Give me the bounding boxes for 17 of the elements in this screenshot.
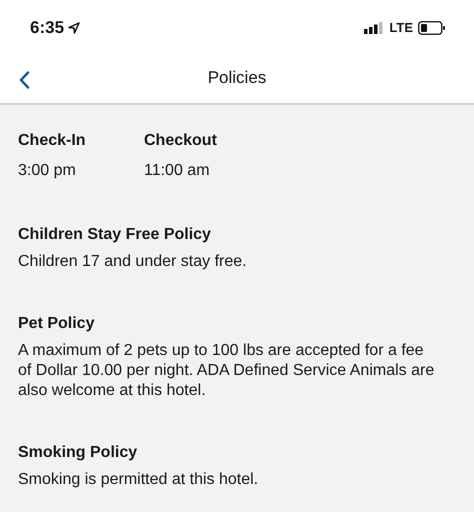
policy-title: Pet Policy [18,314,96,334]
status-time: 6:35 [30,16,64,39]
time-value: 11:00 am [144,161,211,181]
battery-icon [418,20,446,34]
back-chevron-icon [18,71,30,89]
time-label: Check-In [18,131,87,151]
policy-text: Smoking is permitted at this hotel. [18,470,260,490]
network-label: LTE [389,18,413,37]
policy-text: A maximum of 2 pets up to 100 lbs are accepted for a fee of Dollar 10.00 per night. ADA Defined Service Animals are also welcome at this hotel. [18,341,436,401]
page-title: Policies [208,66,266,89]
policy-title: Children Stay Free Policy [18,225,212,245]
signal-icon [364,22,384,34]
policy-title: Smoking Policy [18,443,138,463]
policy-text: Children 17 and under stay free. [18,252,248,272]
time-label: Checkout [144,131,218,151]
location-arrow-icon [68,22,80,34]
time-value: 3:00 pm [18,161,77,181]
